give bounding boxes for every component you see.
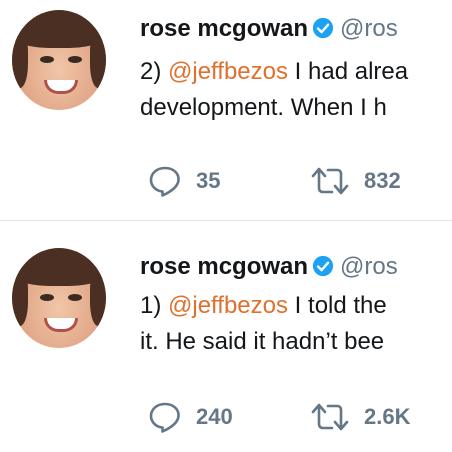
avatar-eye-right bbox=[68, 56, 82, 63]
tweet-header: rose mcgowan @ros bbox=[140, 252, 398, 282]
author-name[interactable]: rose mcgowan bbox=[140, 15, 308, 42]
reply-count: 35 bbox=[196, 168, 221, 193]
retweet-button[interactable]: 832 bbox=[310, 164, 401, 198]
avatar-eye-right bbox=[68, 294, 82, 301]
tweet-text-prefix: 1) bbox=[140, 292, 169, 319]
reply-icon bbox=[149, 166, 180, 197]
avatar-hair-left bbox=[12, 266, 28, 326]
mention-link[interactable]: @jeffbezos bbox=[168, 292, 288, 319]
avatar-hair-left bbox=[12, 28, 28, 88]
retweet-icon bbox=[311, 403, 349, 431]
tweet-text-line-2: development. When I h bbox=[140, 94, 387, 121]
tweet-text-line-1: 1) @jeffbezos I told the bbox=[140, 288, 387, 324]
reply-button[interactable]: 240 bbox=[148, 400, 233, 434]
reply-count: 240 bbox=[196, 404, 233, 429]
mention-link[interactable]: @jeffbezos bbox=[168, 58, 288, 85]
tweet-text-rest: I had alrea bbox=[288, 58, 409, 85]
retweet-button[interactable]: 2.6K bbox=[310, 400, 410, 434]
avatar[interactable] bbox=[12, 10, 106, 110]
verified-badge-icon bbox=[312, 255, 334, 277]
avatar-eye-left bbox=[40, 56, 54, 63]
tweet[interactable]: rose mcgowan @ros 2) @jeffbezos I had alr… bbox=[0, 0, 452, 210]
retweet-count: 832 bbox=[364, 168, 401, 193]
author-handle[interactable]: @ros bbox=[340, 253, 398, 280]
tweet-header: rose mcgowan @ros bbox=[140, 14, 398, 44]
verified-badge-icon bbox=[312, 17, 334, 39]
tweet[interactable]: rose mcgowan @ros 1) @jeffbezos I told th… bbox=[0, 234, 452, 444]
avatar-mouth bbox=[44, 318, 78, 332]
tweet-text: 1) @jeffbezos I told the it. He said it … bbox=[140, 288, 387, 360]
author-handle[interactable]: @ros bbox=[340, 15, 398, 42]
retweet-icon bbox=[311, 167, 349, 195]
avatar-hair-right bbox=[90, 28, 106, 88]
tweet-text-prefix: 2) bbox=[140, 58, 169, 85]
avatar-eye-left bbox=[40, 294, 54, 301]
retweet-count: 2.6K bbox=[364, 404, 411, 429]
tweet-text-rest: I told the bbox=[288, 292, 387, 319]
author-name[interactable]: rose mcgowan bbox=[140, 253, 308, 280]
tweet-text: 2) @jeffbezos I had alrea development. W… bbox=[140, 54, 408, 126]
tweet-text-line-2: it. He said it hadn’t bee bbox=[140, 328, 385, 355]
tweet-feed: rose mcgowan @ros 2) @jeffbezos I had alr… bbox=[0, 0, 452, 452]
reply-icon bbox=[149, 402, 180, 433]
reply-button[interactable]: 35 bbox=[148, 164, 220, 198]
avatar[interactable] bbox=[12, 248, 106, 348]
avatar-hair-right bbox=[90, 266, 106, 326]
tweet-divider bbox=[0, 220, 452, 221]
tweet-text-line-1: 2) @jeffbezos I had alrea bbox=[140, 54, 408, 90]
avatar-mouth bbox=[44, 80, 78, 94]
